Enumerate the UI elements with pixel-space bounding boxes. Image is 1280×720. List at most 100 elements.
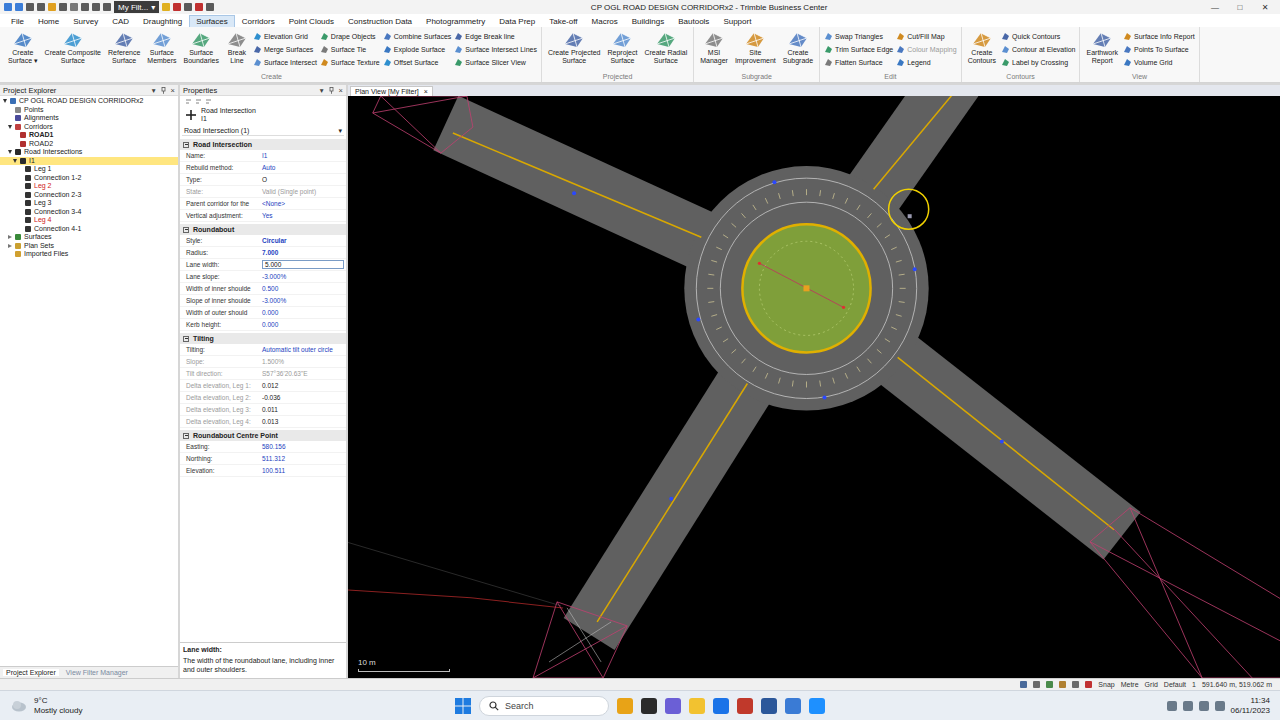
- menu-tab[interactable]: Survey: [66, 15, 105, 27]
- tree-item[interactable]: Leg 2: [0, 182, 178, 191]
- explorer-tab[interactable]: Project Explorer: [3, 669, 59, 676]
- tree-expander[interactable]: [2, 98, 8, 104]
- status-item[interactable]: Grid: [1145, 681, 1158, 688]
- wireframe[interactable]: [373, 96, 1280, 678]
- tree-item[interactable]: Imported Files: [0, 250, 178, 259]
- ribbon-large-button[interactable]: CreateSubgrade: [781, 29, 815, 65]
- tree-item[interactable]: Connection 4-1: [0, 225, 178, 234]
- section-header[interactable]: Roundabout: [180, 224, 346, 235]
- ribbon-small-button[interactable]: Edge Break line: [454, 30, 537, 42]
- property-row[interactable]: Style:Circular: [180, 235, 346, 247]
- status-item[interactable]: Default: [1164, 681, 1186, 688]
- tree-item[interactable]: ROAD1: [0, 131, 178, 140]
- ribbon-small-button[interactable]: Surface Info Report: [1123, 30, 1195, 42]
- collapse-icon[interactable]: [183, 336, 189, 342]
- panel-menu-button[interactable]: ▾: [320, 86, 324, 95]
- ribbon-small-button[interactable]: Merge Surfaces: [253, 43, 317, 55]
- menu-tab[interactable]: Photogrammetry: [419, 15, 492, 27]
- tree-item[interactable]: Connection 2-3: [0, 191, 178, 200]
- property-row[interactable]: Name:I1: [180, 150, 346, 162]
- tree-item[interactable]: Road Intersections: [0, 148, 178, 157]
- panel-close-button[interactable]: ×: [171, 86, 175, 95]
- central-island[interactable]: [742, 224, 870, 352]
- menu-tab[interactable]: Support: [716, 15, 758, 27]
- app-icon[interactable]: [809, 698, 825, 714]
- ribbon-small-button[interactable]: Points To Surface: [1123, 43, 1195, 55]
- ribbon-small-button[interactable]: Combine Surfaces: [383, 30, 452, 42]
- tray-icon[interactable]: [1183, 701, 1193, 711]
- quick-access-icon[interactable]: [26, 3, 34, 11]
- tray-icon[interactable]: [1167, 701, 1177, 711]
- status-icon[interactable]: [1059, 681, 1066, 688]
- menu-tab[interactable]: Buildings: [625, 15, 671, 27]
- quick-access-icon[interactable]: [37, 3, 45, 11]
- tree-item[interactable]: Connection 1-2: [0, 174, 178, 183]
- property-row[interactable]: Northing:511.312: [180, 453, 346, 465]
- status-item[interactable]: Snap: [1098, 681, 1114, 688]
- tree-item[interactable]: Corridors: [0, 123, 178, 132]
- status-icon[interactable]: [1046, 681, 1053, 688]
- ribbon-small-button[interactable]: Surface Tie: [320, 43, 380, 55]
- ribbon-small-button[interactable]: Label by Crossing: [1001, 56, 1075, 68]
- ribbon-small-button[interactable]: Volume Grid: [1123, 56, 1195, 68]
- status-icon[interactable]: [1085, 681, 1092, 688]
- status-icon[interactable]: [1033, 681, 1040, 688]
- menu-tab[interactable]: Home: [31, 15, 66, 27]
- tree-expander[interactable]: [7, 243, 13, 249]
- property-row[interactable]: Slope of inner shoulde-3.000%: [180, 295, 346, 307]
- window-control[interactable]: □: [1229, 3, 1251, 12]
- node-point[interactable]: [1000, 440, 1004, 444]
- node-point[interactable]: [696, 317, 700, 321]
- app-icon[interactable]: [665, 698, 681, 714]
- quick-access-icon[interactable]: [15, 3, 23, 11]
- property-value[interactable]: Yes: [262, 212, 346, 219]
- ribbon-small-button[interactable]: Surface Slicer View: [454, 56, 537, 68]
- property-value[interactable]: 0.000: [262, 309, 346, 316]
- menu-tab[interactable]: Data Prep: [492, 15, 542, 27]
- quick-access-icon[interactable]: [92, 3, 100, 11]
- ribbon-small-button[interactable]: Legend: [896, 56, 956, 68]
- node-point[interactable]: [823, 396, 827, 400]
- property-row[interactable]: Type:O: [180, 174, 346, 186]
- property-value[interactable]: 580.156: [262, 443, 346, 450]
- app-icon[interactable]: [641, 698, 657, 714]
- tree-item[interactable]: Plan Sets: [0, 242, 178, 251]
- status-icon[interactable]: [1020, 681, 1027, 688]
- tree-item[interactable]: Surfaces: [0, 233, 178, 242]
- centreline[interactable]: [874, 96, 954, 189]
- property-row[interactable]: Kerb height:0.000: [180, 319, 346, 331]
- menu-tab[interactable]: Construction Data: [341, 15, 419, 27]
- ribbon-small-button[interactable]: Offset Surface: [383, 56, 452, 68]
- plan-canvas[interactable]: 10 m: [348, 96, 1280, 678]
- app-icon[interactable]: [761, 698, 777, 714]
- property-value[interactable]: 0.000: [262, 321, 346, 328]
- ribbon-large-button[interactable]: SurfaceMembers: [145, 29, 178, 65]
- window-control[interactable]: —: [1204, 3, 1226, 12]
- property-input[interactable]: 5.000: [262, 260, 344, 269]
- ribbon-small-button[interactable]: Trim Surface Edge: [824, 43, 893, 55]
- pin-icon[interactable]: [160, 87, 167, 94]
- tree-item[interactable]: CP OGL ROAD DESIGN CORRIDORx2: [0, 97, 178, 106]
- collapse-icon[interactable]: [183, 227, 189, 233]
- app-icon[interactable]: [737, 698, 753, 714]
- property-row[interactable]: Tilt direction:S57°36'20.63"E: [180, 368, 346, 380]
- property-row[interactable]: Rebuild method:Auto: [180, 162, 346, 174]
- ribbon-large-button[interactable]: EarthworkReport: [1084, 29, 1120, 65]
- tree-item[interactable]: Leg 1: [0, 165, 178, 174]
- ribbon-large-button[interactable]: SiteImprovement: [733, 29, 778, 65]
- menu-tab[interactable]: Draughting: [136, 15, 189, 27]
- app-icon[interactable]: [617, 698, 633, 714]
- node-point[interactable]: [669, 497, 673, 501]
- pin-icon[interactable]: [328, 87, 335, 94]
- menu-tab[interactable]: Point Clouds: [282, 15, 341, 27]
- sort-icon[interactable]: [185, 98, 192, 105]
- property-value[interactable]: Auto: [262, 164, 346, 171]
- ribbon-small-button[interactable]: Drape Objects: [320, 30, 380, 42]
- tray-icon[interactable]: [1215, 701, 1225, 711]
- ribbon-large-button[interactable]: CreateSurface ▾: [6, 29, 40, 65]
- property-row[interactable]: Slope:1.500%: [180, 356, 346, 368]
- tree-item[interactable]: Leg 4: [0, 216, 178, 225]
- property-value[interactable]: Circular: [262, 237, 346, 244]
- property-row[interactable]: Delta elevation, Leg 4:0.013: [180, 416, 346, 428]
- ribbon-large-button[interactable]: Create ProjectedSurface: [546, 29, 603, 65]
